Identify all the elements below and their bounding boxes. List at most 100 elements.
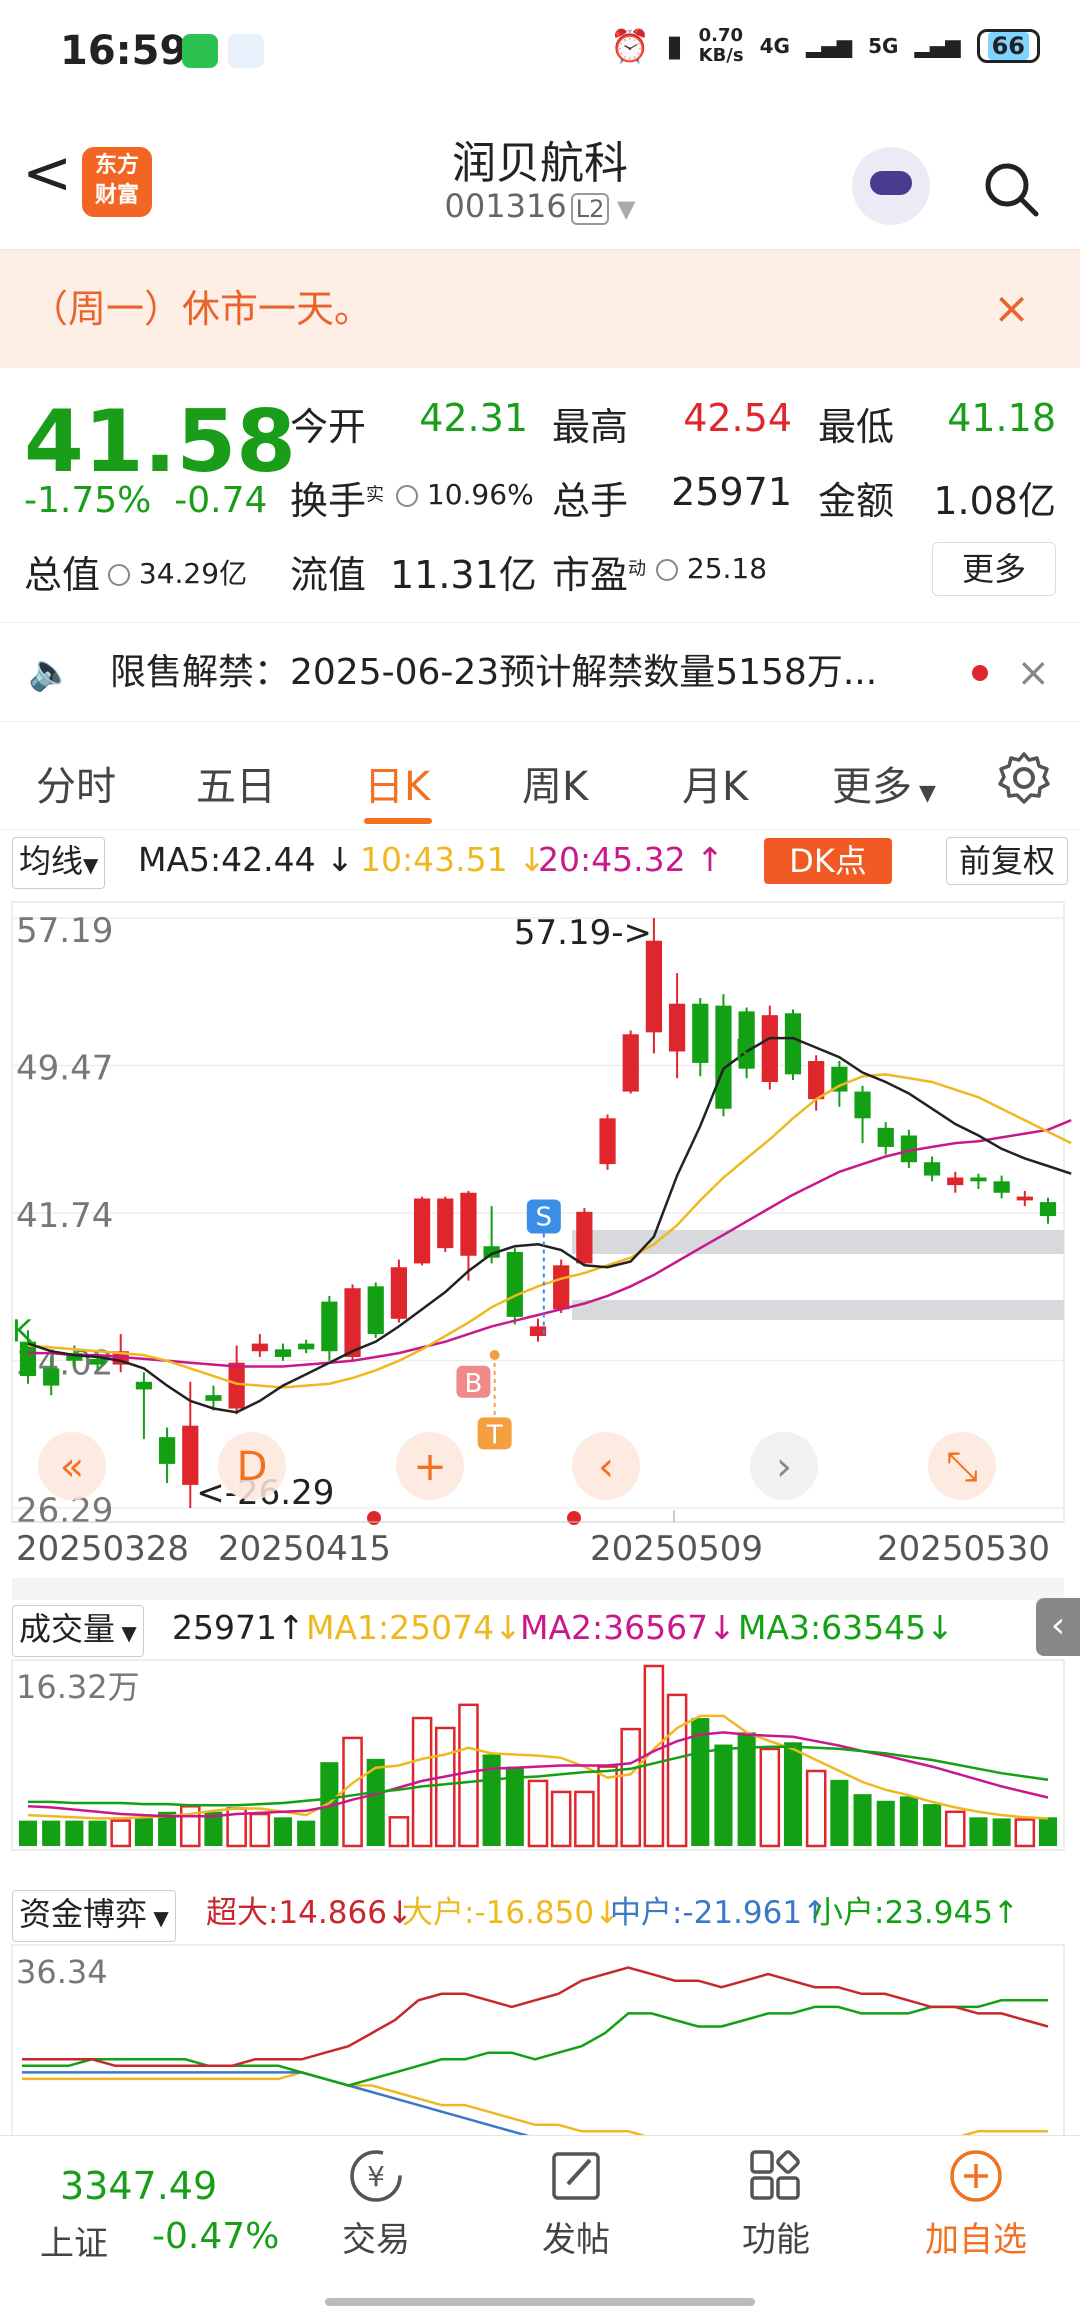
fund-mid: 中户:-21.961↑ <box>610 1895 829 1931</box>
chart-prev-button[interactable]: ‹ <box>572 1432 640 1500</box>
support-zone <box>572 1300 1064 1320</box>
candle-body <box>553 1265 570 1310</box>
svg-text:¥: ¥ <box>367 2160 385 2193</box>
s-marker: S <box>536 1202 553 1232</box>
volume-bar <box>88 1820 107 1846</box>
search-icon[interactable] <box>982 160 1040 218</box>
ma5-value: MA5:42.44 ↓ <box>138 840 354 879</box>
info-icon <box>108 564 130 586</box>
candle-body <box>622 1034 639 1092</box>
zoom-in-button-icon: + <box>413 1444 447 1490</box>
amount-value: 1.08亿 <box>933 479 1056 523</box>
fullscreen-button[interactable]: ⤡ <box>928 1432 996 1500</box>
post-button[interactable]: 发帖 <box>506 2146 646 2261</box>
volume-bar <box>297 1820 316 1846</box>
fund-small: 小户:23.945↑ <box>812 1895 1019 1931</box>
candle-body <box>89 1358 106 1365</box>
panel-gap <box>12 1578 1064 1600</box>
t-marker: T <box>486 1420 503 1450</box>
k-signal-marker-2: K <box>735 1034 756 1069</box>
bottom-nav: 3347.49 上证 -0.47% ¥ 交易 发帖 功能 加自选 <box>0 2135 1080 2310</box>
ai-assistant-icon[interactable] <box>852 147 930 225</box>
turnover-label: 换手实 <box>290 479 385 523</box>
max-price-label: 57.19-> <box>514 913 652 953</box>
more-quote-button[interactable]: 更多 <box>932 542 1056 596</box>
volume-bar <box>273 1817 293 1846</box>
unread-dot <box>972 665 988 681</box>
volume-bar <box>830 1779 849 1846</box>
chart-first-button-icon: « <box>60 1444 84 1490</box>
fund-big-line <box>22 2071 1048 2135</box>
add-favorite-button[interactable]: 加自选 <box>906 2146 1046 2261</box>
volume-bar <box>1014 1818 1036 1848</box>
fullscreen-button-icon: ⤡ <box>946 1444 978 1490</box>
volume-bar <box>388 1816 410 1848</box>
collapse-panel-button[interactable]: ‹ <box>1036 1598 1080 1656</box>
chart-next-button[interactable]: › <box>750 1432 818 1500</box>
unlock-news-bar[interactable]: 🔈 限售解禁：2025-06-23预计解禁数量5158万... × <box>0 622 1080 722</box>
dk-point-button[interactable]: DK点 <box>764 838 892 884</box>
index-change[interactable]: -0.47% <box>152 2216 279 2257</box>
high-value: 42.54 <box>683 396 792 440</box>
chart-d-button[interactable]: D <box>218 1432 286 1500</box>
candle-body <box>321 1301 338 1352</box>
volume-bar <box>944 1810 966 1848</box>
volume-bar <box>249 1812 271 1848</box>
tab-monthly-k[interactable]: 月K <box>682 754 748 812</box>
event-dot <box>367 1511 381 1525</box>
notice-text: （周一）休市一天。 <box>30 287 373 331</box>
adjust-mode-button[interactable]: 前复权 <box>945 837 1068 885</box>
zoom-in-button[interactable]: + <box>396 1432 464 1500</box>
ma10-value: 10:43.51 ↓ <box>360 840 546 879</box>
candle-body <box>205 1395 222 1401</box>
candle-body <box>692 1003 709 1063</box>
tab-five-day[interactable]: 五日 <box>196 754 276 812</box>
tab-more[interactable]: 更多 ▼ <box>832 754 936 812</box>
volume-bar <box>620 1727 642 1848</box>
unlock-close-button[interactable]: × <box>1016 623 1050 723</box>
price-change: -1.75% -0.74 <box>24 480 268 521</box>
trade-button[interactable]: ¥ 交易 <box>306 2146 446 2261</box>
unlock-text[interactable]: 限售解禁：2025-06-23预计解禁数量5158万... <box>110 623 877 723</box>
fund-selector[interactable]: 资金博弈 ▼ <box>12 1890 176 1942</box>
candlestick-chart[interactable]: 57.1949.4741.7434.0226.2957.19-><-26.29K… <box>0 888 1080 1600</box>
t-marker-dot <box>489 1350 500 1361</box>
chart-first-button[interactable]: « <box>38 1432 106 1500</box>
function-button[interactable]: 功能 <box>706 2146 846 2261</box>
volume-bar <box>134 1817 153 1846</box>
signal-5g-icon: 5G <box>868 34 899 58</box>
high-label: 最高 <box>552 405 629 449</box>
low-value: 41.18 <box>947 396 1056 440</box>
current-price: 41.58 <box>24 392 297 492</box>
volume-bar <box>550 1790 572 1848</box>
gear-icon[interactable] <box>996 750 1052 806</box>
tab-weekly-k[interactable]: 周K <box>522 754 588 812</box>
tab-intraday[interactable]: 分时 <box>36 754 116 812</box>
volume-bar <box>992 1818 1011 1846</box>
volume-selector[interactable]: 成交量 ▼ <box>12 1605 144 1657</box>
candle-body <box>437 1198 454 1249</box>
volume-bar <box>714 1744 733 1846</box>
fund-flow-chart[interactable]: 36.34 <box>0 1941 1080 2135</box>
event-dot-2 <box>567 1511 581 1525</box>
candle-body <box>413 1198 431 1264</box>
candle-body <box>390 1267 408 1319</box>
volume-bar <box>899 1796 918 1846</box>
plus-circle-icon <box>950 2150 1002 2202</box>
candle-body <box>784 1013 802 1075</box>
ma20-value: 20:45.32 ↑ <box>538 840 724 879</box>
index-value[interactable]: 3347.49 <box>60 2164 217 2208</box>
volume-chart[interactable]: 16.32万 <box>0 1656 1080 1882</box>
index-name[interactable]: 上证 <box>40 2216 108 2265</box>
notice-close-button[interactable]: × <box>993 250 1030 368</box>
indicator-selector[interactable]: 均线▼ <box>12 837 106 889</box>
quote-panel: 41.58 -1.75% -0.74 今开 42.31 最高 42.54 最低 … <box>0 372 1080 622</box>
market-closed-notice: （周一）休市一天。 × <box>0 250 1080 368</box>
alarm-icon: ⏰ <box>610 27 651 65</box>
tab-daily-k[interactable]: 日K <box>364 754 430 812</box>
x-axis-label: 20250328 <box>16 1529 189 1569</box>
x-axis-label: 20250530 <box>877 1529 1050 1569</box>
volume-bar <box>110 1819 132 1848</box>
x-axis-label: 20250509 <box>590 1529 763 1569</box>
pe-value: 25.18 <box>656 552 767 585</box>
